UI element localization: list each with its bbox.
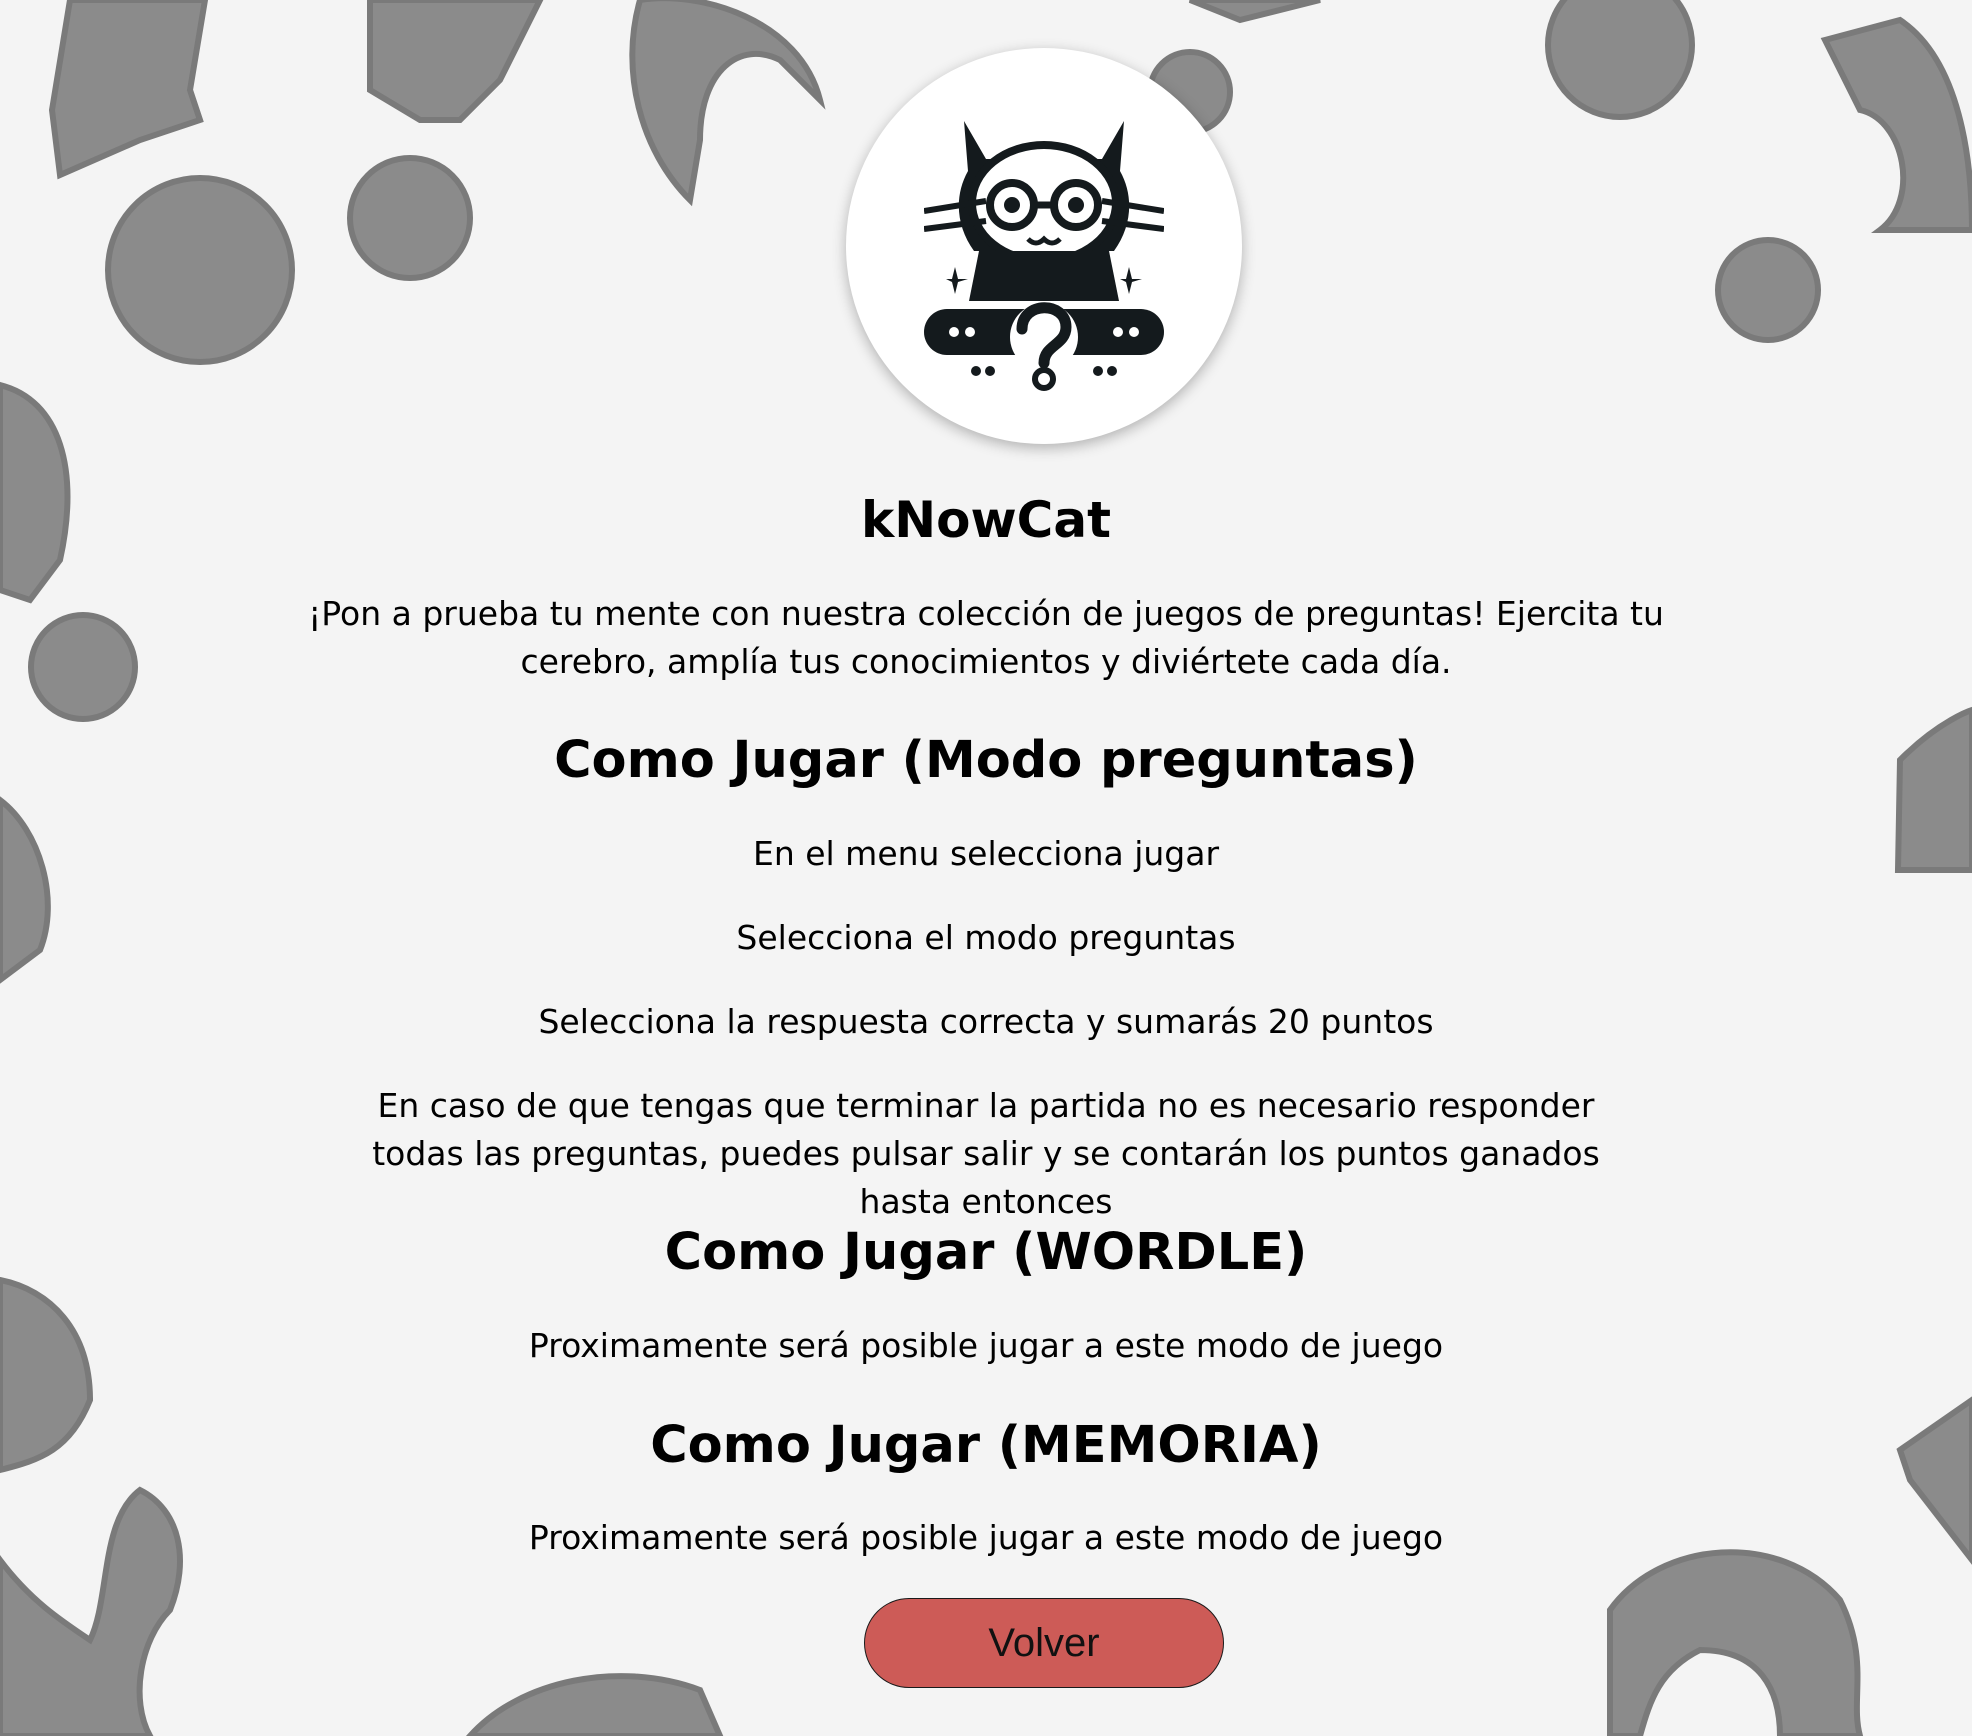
step-text: Proximamente será posible jugar a este m…	[528, 1518, 1444, 1557]
section-title-memoria: Como Jugar (MEMORIA)	[650, 1416, 1322, 1475]
step-text: Selecciona la respuesta correcta y sumar…	[538, 1002, 1434, 1041]
section-title-preguntas: Como Jugar (Modo preguntas)	[554, 731, 1418, 790]
app-title: kNowCat	[861, 491, 1111, 549]
step-text: Selecciona el modo preguntas	[736, 918, 1236, 957]
about-page: kNowCat ¡Pon a prueba tu mente con nuest…	[0, 0, 1972, 1736]
app-logo	[846, 48, 1242, 444]
cat-with-glasses-icon	[924, 121, 1164, 391]
step-text: En el menu selecciona jugar	[752, 834, 1220, 873]
intro-text: ¡Pon a prueba tu mente con nuestra colec…	[308, 594, 1664, 681]
section-title-wordle: Como Jugar (WORDLE)	[664, 1223, 1308, 1282]
step-text: Proximamente será posible jugar a este m…	[528, 1326, 1444, 1365]
back-button[interactable]: Volver	[864, 1598, 1224, 1688]
step-text: En caso de que tengas que terminar la pa…	[372, 1086, 1600, 1221]
